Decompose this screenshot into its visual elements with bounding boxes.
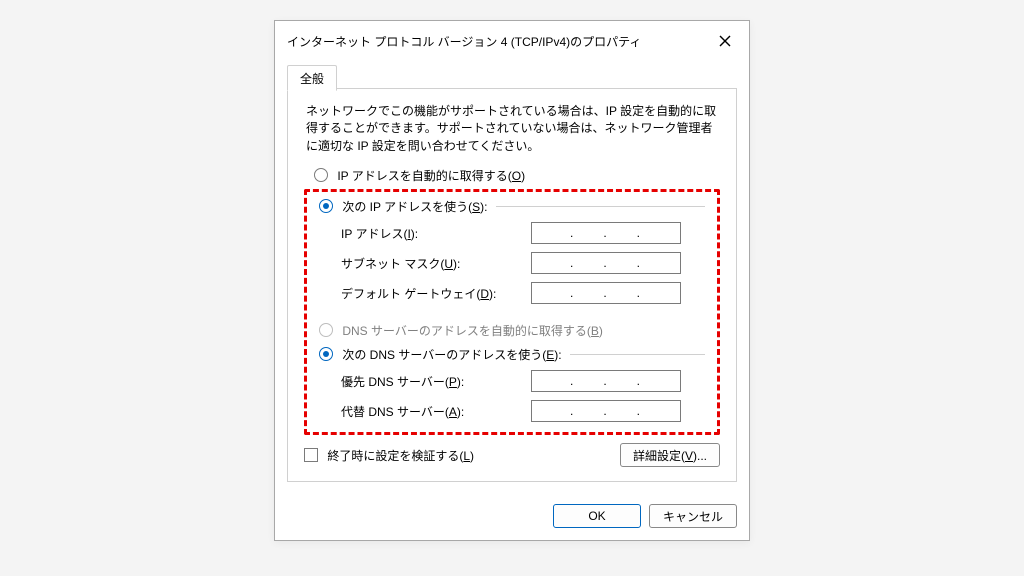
ip-manual-label: 次の IP アドレスを使う(S): bbox=[342, 200, 487, 214]
preferred-dns-input[interactable]: ... bbox=[531, 370, 681, 392]
separator bbox=[496, 206, 706, 207]
dns-manual-row: 次の DNS サーバーのアドレスを使う(E): bbox=[319, 342, 705, 366]
default-gateway-input[interactable]: ... bbox=[531, 282, 681, 304]
subnet-mask-label: サブネット マスク(U): bbox=[341, 255, 531, 272]
subnet-mask-input[interactable]: ... bbox=[531, 252, 681, 274]
dialog-button-row: OK キャンセル bbox=[275, 494, 749, 540]
preferred-dns-label: 優先 DNS サーバー(P): bbox=[341, 373, 531, 390]
alternate-dns-row: 代替 DNS サーバー(A): ... bbox=[319, 396, 705, 426]
ipv4-properties-dialog: インターネット プロトコル バージョン 4 (TCP/IPv4)のプロパティ 全… bbox=[274, 20, 750, 541]
tab-general[interactable]: 全般 bbox=[287, 65, 337, 91]
default-gateway-row: デフォルト ゲートウェイ(D): ... bbox=[319, 278, 705, 308]
validate-on-exit-option[interactable]: 終了時に設定を検証する(L) bbox=[304, 447, 474, 464]
default-gateway-label: デフォルト ゲートウェイ(D): bbox=[341, 285, 531, 302]
dns-auto-label: DNS サーバーのアドレスを自動的に取得する(B) bbox=[342, 324, 603, 338]
ip-manual-radio[interactable] bbox=[319, 199, 333, 213]
preferred-dns-row: 優先 DNS サーバー(P): ... bbox=[319, 366, 705, 396]
titlebar: インターネット プロトコル バージョン 4 (TCP/IPv4)のプロパティ bbox=[275, 21, 749, 59]
dns-auto-row: DNS サーバーのアドレスを自動的に取得する(B) bbox=[319, 318, 705, 342]
alternate-dns-input[interactable]: ... bbox=[531, 400, 681, 422]
ip-address-input[interactable]: ... bbox=[531, 222, 681, 244]
dns-manual-label: 次の DNS サーバーのアドレスを使う(E): bbox=[342, 348, 561, 362]
advanced-button[interactable]: 詳細設定(V)... bbox=[620, 443, 720, 467]
cancel-button[interactable]: キャンセル bbox=[649, 504, 737, 528]
ip-address-label: IP アドレス(I): bbox=[341, 225, 531, 242]
ip-manual-row: 次の IP アドレスを使う(S): bbox=[319, 194, 705, 218]
dns-manual-radio[interactable] bbox=[319, 347, 333, 361]
dns-auto-option: DNS サーバーのアドレスを自動的に取得する(B) bbox=[319, 322, 603, 339]
dns-manual-option[interactable]: 次の DNS サーバーのアドレスを使う(E): bbox=[319, 346, 562, 363]
separator bbox=[570, 354, 705, 355]
ip-auto-option[interactable]: IP アドレスを自動的に取得する(O) bbox=[314, 167, 525, 184]
ip-auto-radio[interactable] bbox=[314, 168, 328, 182]
description-text: ネットワークでこの機能がサポートされている場合は、IP 設定を自動的に取得するこ… bbox=[304, 101, 720, 163]
ip-auto-row: IP アドレスを自動的に取得する(O) bbox=[304, 163, 720, 187]
subnet-mask-row: サブネット マスク(U): ... bbox=[319, 248, 705, 278]
ip-manual-option[interactable]: 次の IP アドレスを使う(S): bbox=[319, 198, 488, 215]
validate-on-exit-label: 終了時に設定を検証する(L) bbox=[327, 449, 474, 463]
ip-address-row: IP アドレス(I): ... bbox=[319, 218, 705, 248]
dialog-content: 全般 ネットワークでこの機能がサポートされている場合は、IP 設定を自動的に取得… bbox=[275, 59, 749, 494]
close-button[interactable] bbox=[713, 29, 737, 53]
tab-panel-general: ネットワークでこの機能がサポートされている場合は、IP 設定を自動的に取得するこ… bbox=[287, 89, 737, 482]
window-title: インターネット プロトコル バージョン 4 (TCP/IPv4)のプロパティ bbox=[287, 33, 641, 50]
validate-on-exit-checkbox[interactable] bbox=[304, 448, 318, 462]
highlighted-settings-area: 次の IP アドレスを使う(S): IP アドレス(I): ... サブネット … bbox=[304, 189, 720, 435]
close-icon bbox=[719, 35, 731, 47]
ok-button[interactable]: OK bbox=[553, 504, 641, 528]
dns-auto-radio bbox=[319, 323, 333, 337]
ip-auto-label: IP アドレスを自動的に取得する(O) bbox=[337, 169, 525, 183]
tab-strip: 全般 bbox=[287, 65, 737, 89]
alternate-dns-label: 代替 DNS サーバー(A): bbox=[341, 403, 531, 420]
panel-footer: 終了時に設定を検証する(L) 詳細設定(V)... bbox=[304, 435, 720, 467]
